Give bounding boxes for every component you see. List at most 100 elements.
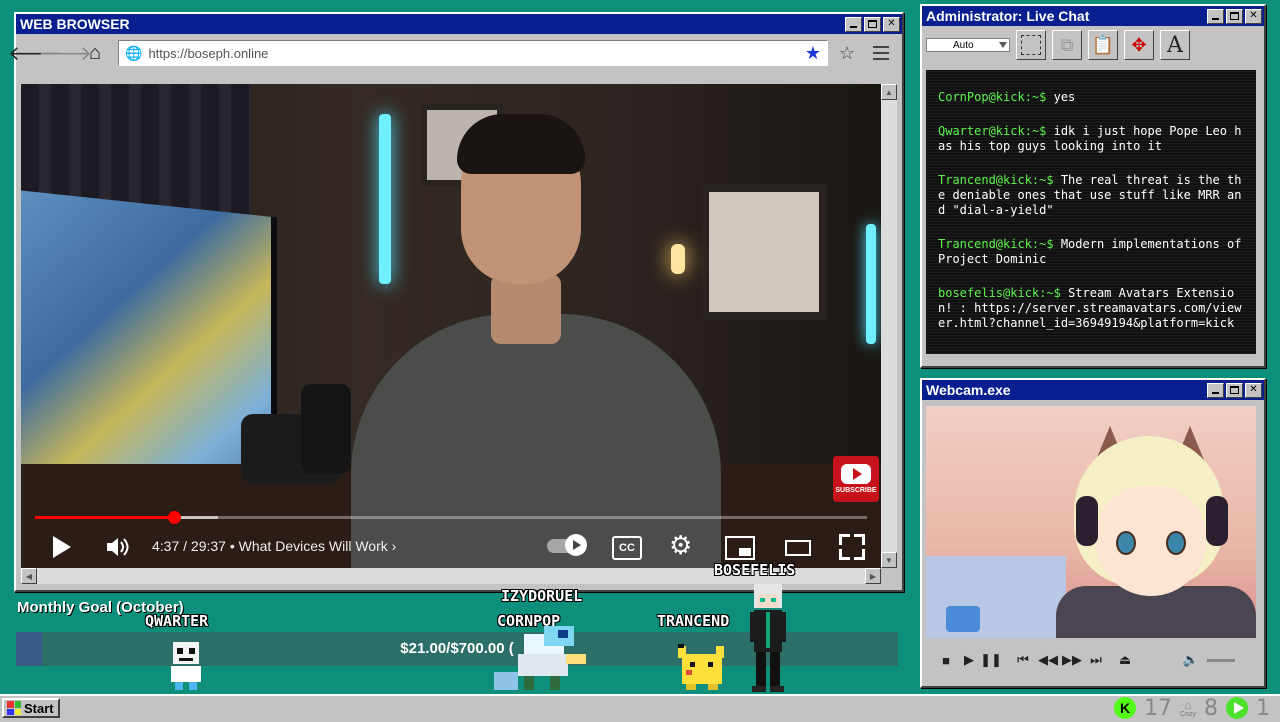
avatar-name-trancend: TRANCEND [657, 612, 730, 630]
theater-mode-icon[interactable] [785, 540, 811, 556]
volume-icon[interactable] [105, 536, 129, 558]
volume-slider[interactable] [1204, 649, 1238, 671]
move-icon[interactable]: ✥ [1124, 30, 1154, 60]
system-tray: K 17 ⌂ Cozy 8 1 [1114, 694, 1270, 722]
autoplay-toggle[interactable] [547, 534, 587, 556]
progress-bar[interactable] [35, 511, 867, 524]
play-icon[interactable]: ▶ [958, 649, 980, 671]
browser-window: WEB BROWSER ✕ 🡐 🡒 ⌂ 🌐 https://boseph.onl… [8, 12, 904, 592]
star-icon[interactable]: ★ [805, 43, 821, 64]
chat-username[interactable]: Trancend@kick:~$ [938, 173, 1054, 187]
cornpop-sprite [494, 626, 586, 690]
qwarter-sprite [171, 642, 201, 690]
scroll-right-arrow[interactable]: ▶ [865, 568, 881, 584]
chat-message: Trancend@kick:~$ Modern implementations … [938, 237, 1248, 267]
eject-icon[interactable]: ⏏ [1112, 649, 1138, 671]
chat-text: yes [1053, 90, 1076, 104]
home-icon[interactable]: ⌂ [82, 40, 108, 66]
time-display: 4:37 / 29:37 • What Devices Will Work › [152, 538, 397, 554]
hamburger-icon[interactable] [866, 46, 896, 60]
played-bar [35, 516, 174, 519]
subscribe-button[interactable]: SUBSCRIBE [833, 456, 879, 502]
chat-messages: CornPop@kick:~$ yes Qwarter@kick:~$ idk i… [938, 90, 1248, 350]
browser-title: WEB BROWSER [20, 16, 130, 32]
chat-toolbar: Auto ⧉ 📋 ✥ A [922, 26, 1264, 64]
live-chat-window: Administrator: Live Chat ✕ Auto ⧉ 📋 ✥ A … [920, 4, 1266, 368]
pause-icon[interactable]: ❚❚ [980, 649, 1002, 671]
close-button[interactable]: ✕ [1245, 8, 1262, 24]
arrow-right-icon[interactable]: 🡒 [38, 40, 92, 66]
skip-forward-icon[interactable]: ⏭ [1084, 649, 1108, 671]
chat-message: Qwarter@kick:~$ idk i just hope Pope Leo… [938, 124, 1248, 154]
chat-username[interactable]: Trancend@kick:~$ [938, 237, 1054, 251]
maximize-button[interactable] [1226, 8, 1243, 24]
volume-icon[interactable]: 🔈 [1178, 649, 1204, 671]
chapter-title[interactable]: What Devices Will Work [239, 538, 388, 554]
fullscreen-icon[interactable] [839, 534, 865, 560]
windows-logo-icon [7, 701, 21, 715]
font-icon[interactable]: A [1160, 30, 1190, 60]
chevron-right-icon[interactable]: › [392, 538, 397, 554]
rumble-logo-icon[interactable] [1226, 697, 1248, 719]
skip-back-icon[interactable]: ⏮ [1010, 649, 1036, 671]
browser-navbar: 🡐 🡒 ⌂ 🌐 https://boseph.online ★ ☆ [8, 34, 902, 72]
rumble-viewer-count: 1 [1256, 695, 1270, 721]
chat-message: Trancend@kick:~$ The real threat is the … [938, 173, 1248, 218]
webcam-window: Webcam.exe ✕ ■ ▶ ❚❚ ⏮ ◀◀ ▶▶ ⏭ ⏏ 🔈 [920, 378, 1266, 688]
scroll-down-arrow[interactable]: ▼ [881, 552, 897, 568]
scrubber-handle[interactable] [167, 511, 181, 524]
taskbar: Start K 17 ⌂ Cozy 8 1 [0, 694, 1280, 722]
chat-titlebar[interactable]: Administrator: Live Chat ✕ [922, 6, 1264, 26]
chat-username[interactable]: Qwarter@kick:~$ [938, 124, 1046, 138]
avatar-name-izydoruel: IZYDORUEL [501, 587, 583, 605]
media-controls: ■ ▶ ❚❚ ⏮ ◀◀ ▶▶ ⏭ ⏏ 🔈 [926, 646, 1256, 674]
minimize-button[interactable] [1207, 8, 1224, 24]
kick-logo-icon[interactable]: K [1114, 697, 1137, 719]
address-bar[interactable]: 🌐 https://boseph.online ★ [118, 40, 828, 66]
maximize-button[interactable] [864, 16, 881, 32]
paste-icon[interactable]: 📋 [1088, 30, 1118, 60]
time-label: 4:37 / 29:37 [152, 538, 226, 554]
gear-icon[interactable]: ⚙ [669, 533, 692, 559]
url-text[interactable]: https://boseph.online [148, 46, 798, 61]
minimize-button[interactable] [1207, 382, 1224, 398]
chat-message: CornPop@kick:~$ yes [938, 90, 1248, 105]
globe-icon: 🌐 [125, 44, 143, 61]
chat-message: bosefelis@kick:~$ Stream Avatars Extensi… [938, 286, 1248, 331]
copy-icon[interactable]: ⧉ [1052, 30, 1082, 60]
cozy-viewer-count: 8 [1204, 695, 1218, 721]
bosefelis-sprite [750, 584, 786, 692]
trancend-sprite [678, 644, 724, 690]
video-player[interactable]: SUBSCRIBE 4:37 / 29:37 • What Devices Wi… [21, 84, 881, 568]
captions-icon[interactable]: CC [612, 536, 642, 560]
webcam-feed [926, 406, 1256, 638]
scroll-up-arrow[interactable]: ▲ [881, 84, 897, 100]
close-button[interactable]: ✕ [883, 16, 900, 32]
fast-forward-icon[interactable]: ▶▶ [1060, 649, 1084, 671]
scroll-left-arrow[interactable]: ◀ [21, 568, 37, 584]
miniplayer-icon[interactable] [725, 536, 755, 560]
stop-icon[interactable]: ■ [934, 649, 958, 671]
maximize-button[interactable] [1226, 382, 1243, 398]
webcam-titlebar[interactable]: Webcam.exe ✕ [922, 380, 1264, 400]
chat-log[interactable]: CornPop@kick:~$ yes Qwarter@kick:~$ idk i… [926, 70, 1256, 354]
headphones-icon [1076, 496, 1098, 546]
chat-title: Administrator: Live Chat [926, 8, 1090, 24]
start-button[interactable]: Start [2, 698, 60, 718]
presenter [351, 314, 721, 568]
cozy-label: Cozy [1180, 710, 1196, 718]
close-button[interactable]: ✕ [1245, 382, 1262, 398]
minimize-button[interactable] [845, 16, 862, 32]
cozy-icon[interactable]: ⌂ Cozy [1180, 699, 1196, 718]
chat-username[interactable]: bosefelis@kick:~$ [938, 286, 1061, 300]
chat-username[interactable]: CornPop@kick:~$ [938, 90, 1046, 104]
browser-titlebar[interactable]: WEB BROWSER ✕ [16, 14, 902, 34]
select-region-icon[interactable] [1016, 30, 1046, 60]
play-icon[interactable] [53, 536, 71, 558]
vertical-scrollbar[interactable]: ▲ ▼ [881, 84, 897, 568]
rewind-icon[interactable]: ◀◀ [1036, 649, 1060, 671]
youtube-logo-icon [841, 464, 871, 484]
avatar-name-qwarter: QWARTER [145, 612, 209, 630]
bookmark-star-icon[interactable]: ☆ [832, 43, 862, 64]
font-select[interactable]: Auto [926, 38, 1010, 52]
